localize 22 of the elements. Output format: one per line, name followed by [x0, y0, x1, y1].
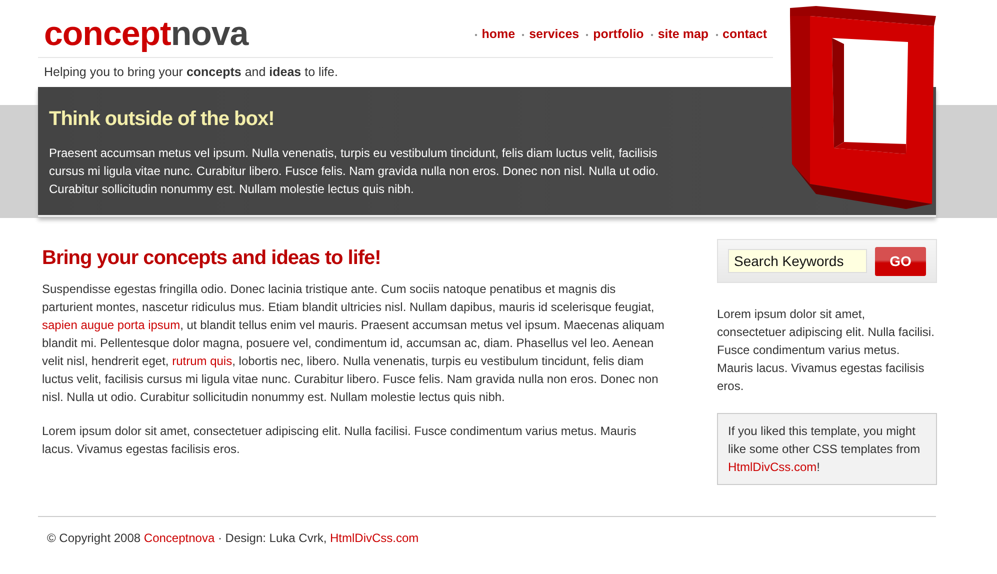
nav-link[interactable]: services	[521, 26, 580, 40]
body-text: Suspendisse egestas fringilla odio. Donec lacinia tristique ante. Cum sociis natoque penatibus et magnis dis parturient montes, nascetur ridiculus mus. Etiam blandit ultricies nisl. Nullam dapibus, mauris id scelerisque feugiat, sapien augue porta ipsum, ut blandit tellus enim vel mauris. Praesent accumsan metus vel ipsum. Maecenas aliquam blandit mi. Pellentesque dolor magna, posuere vel, condimentum id, accumsan ac, diam. Phasellus vel leo. Aenean velit nisl, hendrerit eget, rutrum quis, lobortis nec, libero. Nulla venenatis, turpis eu vestibulum tincidunt, felis diam luctus velit, facilisis cursus mi ligula vitae nunc. Curabitur libero. Fusce felis. Nam gravida nulla non eros. Donec non nisl. Nulla ut odio. Curabitur sollicitudin nonummy est. Nullam molestie lectus quis nibh.	[42, 281, 666, 406]
banner-heading: Think outside of the box!	[49, 108, 274, 131]
link[interactable]: sapien augue porta ipsum	[42, 318, 180, 332]
body-text: Lorem ipsum dolor sit amet, consectetuer adipiscing elit. Nulla facilisi. Fusce condimentum varius metus. Mauris lacus. Vivamus egestas facilisis eros.	[42, 423, 638, 458]
banner-text: Praesent accumsan metus vel ipsum. Nulla venenatis, turpis eu vestibulum tincidunt, felis diam luctus velit, facilisis cursus mi ligula vitae nunc. Curabitur libero. Fusce felis. Nam gravida nulla non eros. Donec non nisl. Nulla ut odio. Curabitur sollicitudin nonummy est. Nullam molestie lectus quis nibh.	[49, 145, 660, 198]
link[interactable]: Conceptnova	[144, 531, 215, 545]
main-heading: Bring your concepts and ideas to life!	[42, 246, 382, 270]
nav-link[interactable]: site map	[650, 26, 709, 40]
nav-link[interactable]: contact	[714, 26, 767, 40]
go-button[interactable]: GO	[875, 246, 926, 276]
nav-link[interactable]: portfolio	[585, 26, 644, 40]
link[interactable]: rutrum quis	[172, 354, 232, 368]
note-box: If you liked this template, you might like some other CSS templates from HtmlDivCss.com!	[717, 413, 937, 485]
link[interactable]: HtmlDivCss.com	[330, 531, 419, 545]
logo: conceptnova	[44, 14, 248, 54]
nav-link[interactable]: home	[474, 26, 516, 40]
link[interactable]: HtmlDivCss.com	[728, 460, 817, 474]
sidebar-text: Lorem ipsum dolor sit amet, consectetuer adipiscing elit. Nulla facilisi. Fusce condimentum varius metus. Mauris lacus. Vivamus egestas facilisis eros.	[717, 306, 936, 395]
search-field[interactable]: Search Keywords	[728, 249, 867, 273]
copyright-text: © Copyright 2008 Conceptnova · Design: Luka Cvrk, HtmlDivCss.com	[47, 531, 420, 545]
tagline: Helping you to bring your concepts and ideas to life.	[43, 64, 339, 81]
